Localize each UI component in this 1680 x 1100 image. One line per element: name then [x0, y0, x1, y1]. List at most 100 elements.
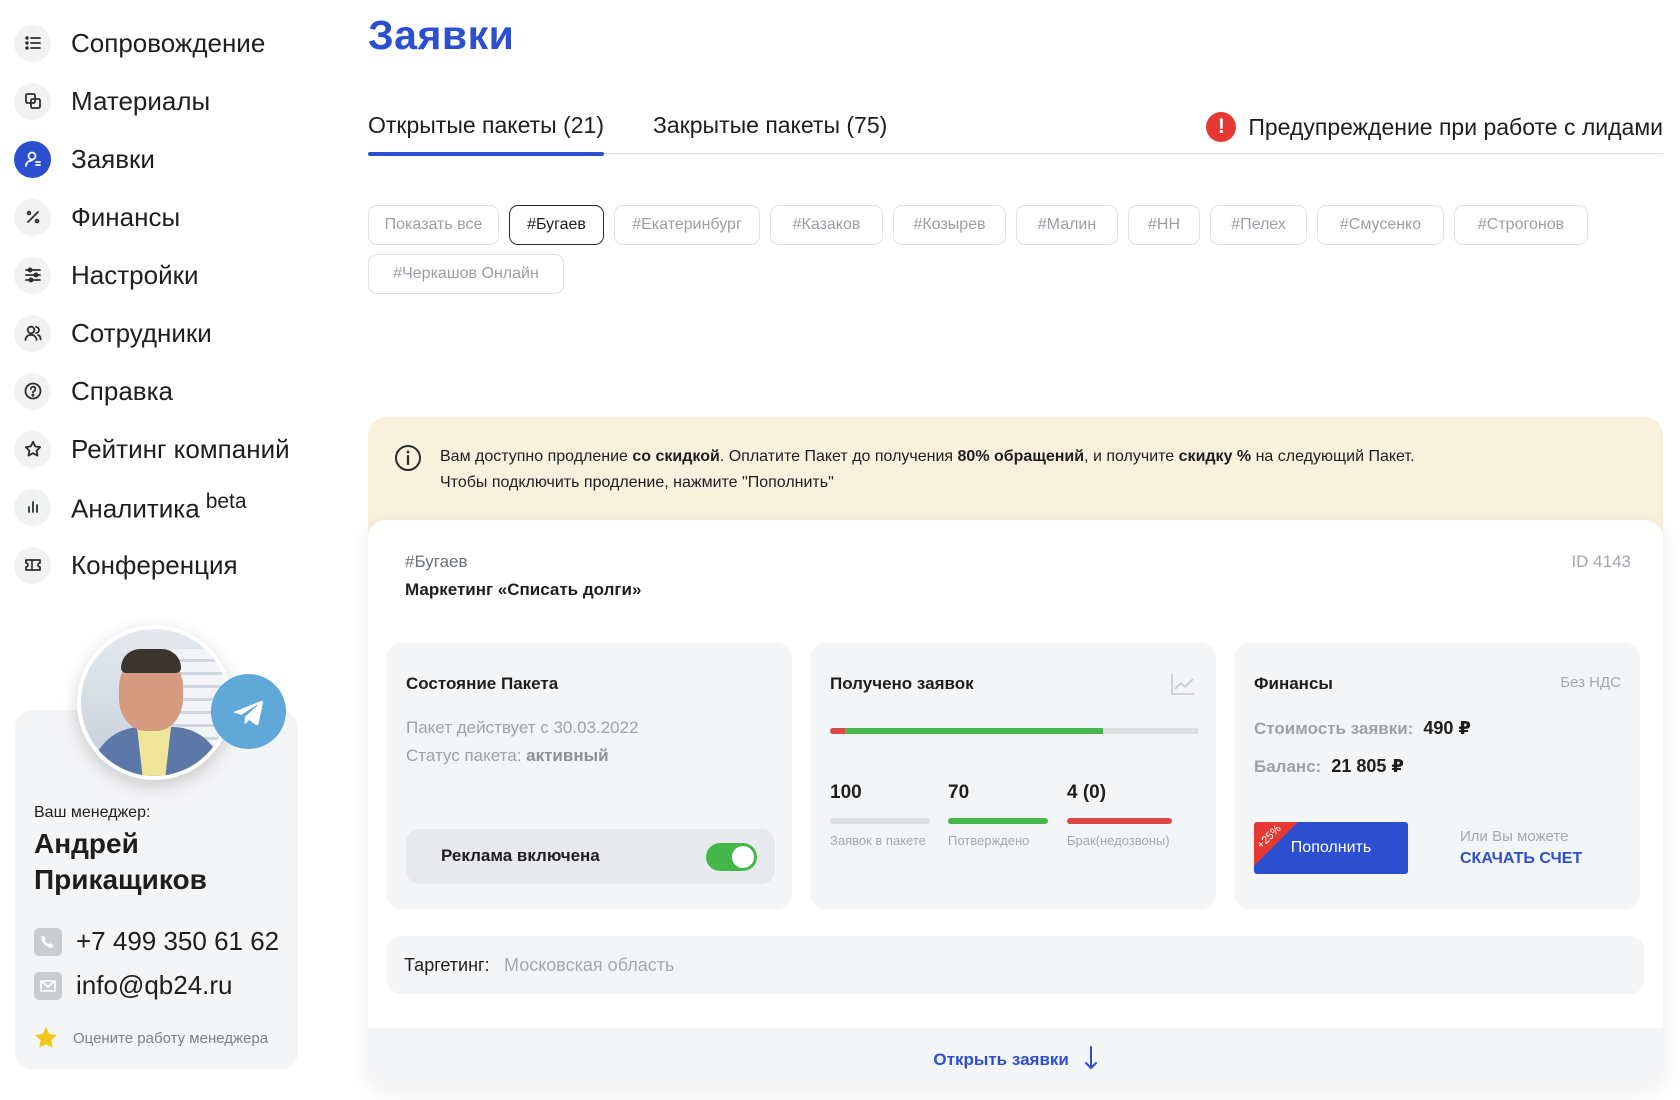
sidebar-item-requests[interactable]: Заявки: [14, 130, 314, 188]
received-requests-panel: Получено заявок 100 Заявок в пакете 70 П…: [811, 642, 1216, 910]
filter-chip[interactable]: #Пелех: [1210, 205, 1307, 245]
request-price: Стоимость заявки: 490 ₽: [1254, 718, 1471, 739]
alert-icon: !: [1206, 112, 1237, 142]
sidebar-item-help[interactable]: Справка: [14, 362, 314, 420]
telegram-button[interactable]: [211, 674, 286, 749]
filter-chip[interactable]: #Екатеринбург: [614, 205, 760, 245]
package-status: Статус пакета: активный: [406, 746, 609, 766]
topup-label: Пополнить: [1290, 839, 1372, 856]
info-icon: [395, 445, 421, 471]
phone-icon: [34, 927, 62, 956]
notice-part: Вам доступно продление: [440, 448, 633, 465]
stat-confirmed: 70 Потверждено: [948, 782, 1048, 849]
sidebar-item-conference[interactable]: Конференция: [14, 536, 314, 594]
ad-toggle[interactable]: [706, 843, 757, 871]
discount-notice: Вам доступно продление со скидкой. Оплат…: [368, 417, 1663, 532]
targeting-row: Таргетинг: Московская область: [387, 936, 1644, 994]
stat-confirmed-bar: [948, 818, 1048, 824]
filter-chip-all[interactable]: Показать все: [368, 205, 499, 245]
progress-confirmed: [844, 728, 1104, 734]
balance-value: 21 805 ₽: [1331, 756, 1404, 776]
sidebar-item-label: Конференция: [71, 549, 238, 580]
manager-email-text: info@qb24.ru: [76, 970, 233, 1000]
notice-line-2: Чтобы подключить продление, нажмите "Поп…: [440, 474, 834, 491]
percent-icon: [14, 198, 51, 236]
topup-button[interactable]: +25% Пополнить: [1254, 822, 1408, 874]
sidebar-item-rating[interactable]: Рейтинг компаний: [14, 420, 314, 478]
open-requests-link[interactable]: Открыть заявки: [368, 1045, 1663, 1071]
beta-badge: beta: [205, 489, 247, 513]
line-chart-icon[interactable]: [1170, 672, 1196, 696]
filter-chip[interactable]: #Смусенко: [1317, 205, 1444, 245]
panel-title: Получено заявок: [830, 674, 974, 693]
copy-icon: [14, 82, 51, 120]
stat-rejected: 4 (0) Брак(недозвоны): [1067, 782, 1172, 849]
sidebar-item-support[interactable]: Сопровождение: [14, 14, 314, 72]
filter-chip[interactable]: #Черкашов Онлайн: [368, 254, 564, 294]
package-state-panel: Состояние Пакета Пакет действует с 30.03…: [387, 642, 792, 910]
stat-rejected-value: 4 (0): [1067, 782, 1107, 803]
targeting-value: Московская область: [504, 955, 675, 975]
tab-closed-packages[interactable]: Закрытые пакеты (75): [653, 112, 887, 139]
stat-total-caption: Заявок в пакете: [830, 833, 926, 848]
mail-icon: [34, 971, 62, 1000]
balance: Баланс: 21 805 ₽: [1254, 756, 1404, 777]
sidebar-item-finance[interactable]: Финансы: [14, 188, 314, 246]
filter-chip[interactable]: #Козырев: [893, 205, 1006, 245]
sidebar-item-settings[interactable]: Настройки: [14, 246, 314, 304]
bar-chart-icon: [14, 488, 51, 526]
sidebar-item-label-text: Аналитика: [71, 493, 200, 524]
notice-part: . Оплатите Пакет до получения: [719, 448, 958, 465]
sidebar-item-label: Сотрудники: [71, 317, 212, 348]
package-name: Маркетинг «Списать долги»: [405, 580, 642, 599]
download-invoice-link[interactable]: Скачать счет: [1460, 850, 1582, 868]
filter-chip[interactable]: #Казаков: [770, 205, 883, 245]
manager-email[interactable]: info@qb24.ru: [34, 970, 233, 1001]
ad-toggle-row: Реклама включена: [406, 829, 775, 884]
filter-chip[interactable]: #Бугаев: [509, 205, 604, 245]
panel-title: Финансы: [1254, 674, 1333, 693]
vat-note: Без НДС: [1560, 674, 1621, 691]
notice-bold: 80% обращений: [957, 448, 1085, 465]
package-since: Пакет действует с 30.03.2022: [406, 718, 639, 737]
filter-chip[interactable]: #Строгонов: [1454, 205, 1588, 245]
request-price-value: 490 ₽: [1423, 718, 1471, 738]
package-id: ID 4143: [1571, 552, 1631, 571]
stat-total-bar: [830, 818, 930, 824]
notice-line-1: Вам доступно продление со скидкой. Оплат…: [440, 444, 1414, 470]
requests-progress-bar: [830, 728, 1199, 734]
lead-warning-link[interactable]: ! Предупреждение при работе с лидами: [1206, 112, 1663, 142]
manager-name: Андрей Прикащиков: [34, 828, 207, 895]
sidebar-item-label: Финансы: [71, 201, 181, 232]
sidebar-item-employees[interactable]: Сотрудники: [14, 304, 314, 362]
stat-total-value: 100: [830, 782, 862, 803]
progress-rejected: [830, 728, 845, 734]
status-label: Статус пакета:: [406, 746, 527, 765]
manager-caption: Ваш менеджер:: [34, 804, 151, 821]
notice-bold: скидку %: [1178, 448, 1252, 465]
sidebar-item-analytics[interactable]: Аналитика beta: [14, 478, 314, 536]
star-filled-icon: [35, 1027, 57, 1048]
arrow-down-icon: [1084, 1046, 1097, 1069]
sidebar-item-label: Сопровождение: [71, 27, 266, 58]
filter-chip[interactable]: #Малин: [1016, 205, 1118, 245]
card-footer: Открыть заявки: [368, 1028, 1663, 1087]
notice-part: , и получите: [1084, 448, 1179, 465]
lead-warning-label: Предупреждение при работе с лидами: [1248, 113, 1663, 140]
sidebar-item-label: Аналитика beta: [71, 490, 247, 525]
stat-total: 100 Заявок в пакете: [830, 782, 930, 849]
sidebar-item-label: Заявки: [71, 143, 155, 174]
users-icon: [14, 314, 51, 352]
stat-confirmed-value: 70: [948, 782, 970, 803]
help-icon: [14, 372, 51, 410]
filter-chip[interactable]: #НН: [1128, 205, 1200, 245]
request-price-label: Стоимость заявки:: [1254, 719, 1414, 738]
notice-text: Вам доступно продление со скидкой. Оплат…: [440, 444, 1414, 496]
notice-bold: со скидкой: [632, 448, 720, 465]
tab-open-packages[interactable]: Открытые пакеты (21): [368, 112, 605, 156]
rate-manager-link[interactable]: Оцените работу менеджера: [33, 1025, 268, 1051]
sidebar-item-materials[interactable]: Материалы: [14, 72, 314, 130]
manager-phone[interactable]: +7 499 350 61 62: [34, 926, 279, 957]
ticket-icon: [14, 546, 51, 584]
list-icon: [14, 24, 51, 62]
